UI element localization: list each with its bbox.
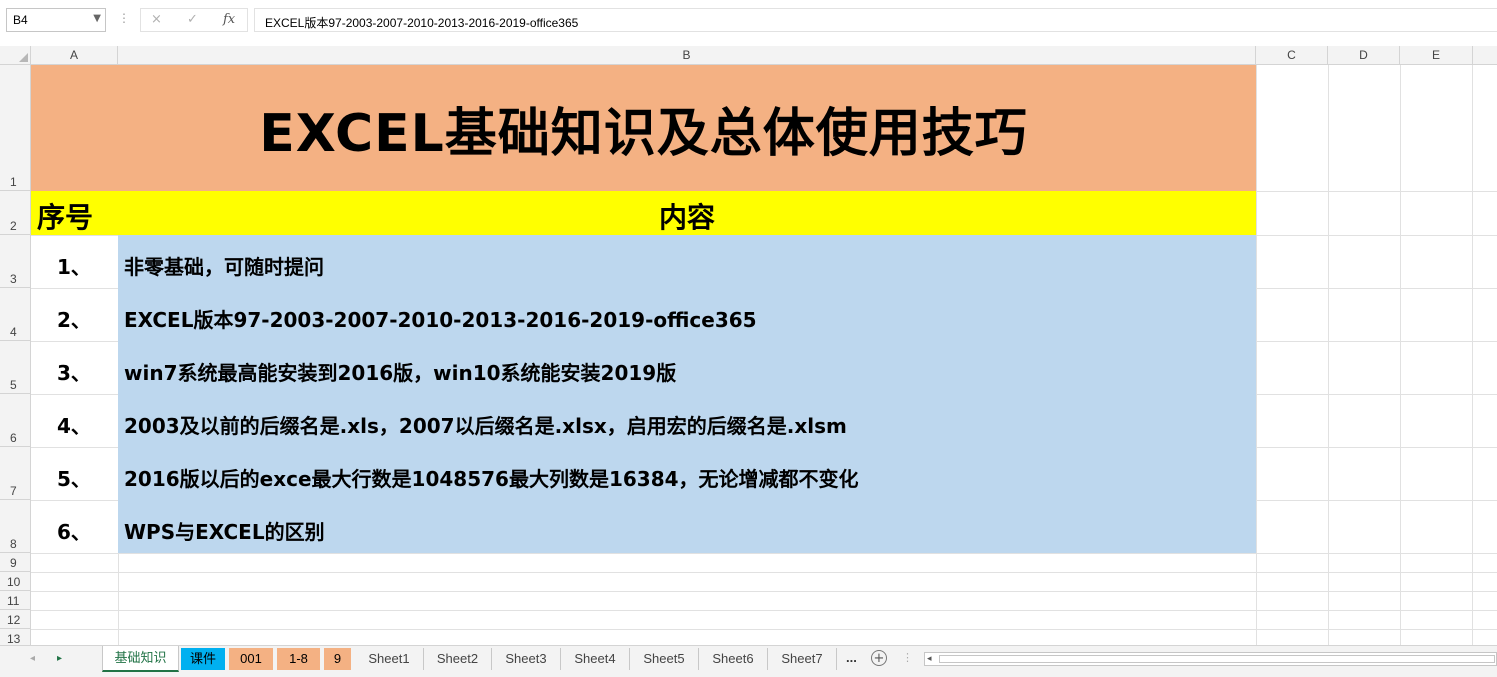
item-number-cell[interactable]: 1、 <box>31 235 118 288</box>
title-cell[interactable]: EXCEL基础知识及总体使用技巧 <box>31 65 1256 191</box>
item-text-cell[interactable]: 2003及以前的后缀名是.xls，2007以后缀名是.xlsx，启用宏的后缀名是… <box>118 394 1256 447</box>
row-header-10[interactable]: 10 <box>0 572 31 591</box>
item-number-cell[interactable]: 4、 <box>31 394 118 447</box>
item-text-cell[interactable]: 2016版以后的exce最大行数是1048576最大列数是16384，无论增减都… <box>118 447 1256 500</box>
row-header-7[interactable]: 7 <box>0 447 31 500</box>
formula-buttons: × ✓ fx <box>140 8 248 32</box>
tab-sheet3[interactable]: Sheet3 <box>492 648 561 670</box>
drag-handle-icon[interactable]: ⋮ <box>118 11 130 25</box>
formula-input[interactable]: EXCEL版本97-2003-2007-2010-2013-2016-2019-… <box>254 8 1497 32</box>
tab-next-icon[interactable]: ▸ <box>57 653 62 664</box>
item-number-cell[interactable]: 6、 <box>31 500 118 553</box>
column-header-b[interactable]: B <box>118 46 1256 65</box>
tab-sheet4[interactable]: Sheet4 <box>561 648 630 670</box>
sheet-title: EXCEL基础知识及总体使用技巧 <box>259 103 1028 164</box>
header-seq-label: 序号 <box>37 201 94 234</box>
spreadsheet-grid: A B C D E 1 2 3 4 5 6 7 8 9 10 11 12 13 … <box>0 42 1497 645</box>
tab-kejian[interactable]: 课件 <box>181 648 227 670</box>
column-header-d[interactable]: D <box>1328 46 1400 65</box>
row-header-12[interactable]: 12 <box>0 610 31 629</box>
name-box[interactable]: B4 ▼ <box>6 8 106 32</box>
column-header-e[interactable]: E <box>1400 46 1473 65</box>
item-text-cell[interactable]: 非零基础，可随时提问 <box>118 235 1256 288</box>
horizontal-scrollbar[interactable]: ◂ <box>924 652 1497 666</box>
item-number-cell[interactable]: 2、 <box>31 288 118 341</box>
formula-bar: B4 ▼ ⋮ × ✓ fx EXCEL版本97-2003-2007-2010-2… <box>0 0 1497 43</box>
gridline <box>31 610 1497 611</box>
row-header-6[interactable]: 6 <box>0 394 31 447</box>
tab-prev-icon[interactable]: ◂ <box>30 653 35 664</box>
scrollbar-thumb[interactable] <box>939 655 1495 663</box>
tab-sheet7[interactable]: Sheet7 <box>768 648 837 670</box>
gridline <box>1472 65 1473 645</box>
gridline <box>1328 65 1329 645</box>
tab-sheet5[interactable]: Sheet5 <box>630 648 699 670</box>
row-header-3[interactable]: 3 <box>0 235 31 288</box>
tab-9[interactable]: 9 <box>324 648 353 670</box>
gridline <box>1400 65 1401 645</box>
tab-sheet6[interactable]: Sheet6 <box>699 648 768 670</box>
tab-sheet1[interactable]: Sheet1 <box>355 648 424 670</box>
row-header-4[interactable]: 4 <box>0 288 31 341</box>
item-text-cell[interactable]: win7系统最高能安装到2016版，win10系统能安装2019版 <box>118 341 1256 394</box>
row-header-13[interactable]: 13 <box>0 629 31 645</box>
row-header-2[interactable]: 2 <box>0 191 31 235</box>
sheet-tabs-bar: ◂ ▸ 基础知识 课件 001 1-8 9 Sheet1 Sheet2 Shee… <box>0 645 1497 677</box>
column-header-a[interactable]: A <box>31 46 118 65</box>
scroll-left-icon[interactable]: ◂ <box>927 653 932 665</box>
check-icon[interactable]: ✓ <box>187 12 198 27</box>
formula-text: EXCEL版本97-2003-2007-2010-2013-2016-2019-… <box>265 16 579 30</box>
row-header-1[interactable]: 1 <box>0 65 31 191</box>
tab-1-8[interactable]: 1-8 <box>277 648 322 670</box>
column-header-c[interactable]: C <box>1256 46 1328 65</box>
header-content-cell[interactable]: 内容 <box>118 191 1256 235</box>
tab-sheet2[interactable]: Sheet2 <box>424 648 492 670</box>
tab-001[interactable]: 001 <box>229 648 275 670</box>
select-all-button[interactable] <box>0 46 31 65</box>
gridline <box>31 553 1497 554</box>
header-seq-cell[interactable]: 序号 <box>31 191 118 235</box>
select-all-triangle-icon <box>19 53 28 62</box>
header-content-label: 内容 <box>658 201 715 234</box>
cancel-icon[interactable]: × <box>151 12 162 27</box>
item-number-cell[interactable]: 5、 <box>31 447 118 500</box>
gridline <box>31 591 1497 592</box>
gridline <box>31 629 1497 630</box>
add-sheet-icon[interactable]: + <box>871 650 887 666</box>
name-box-value: B4 <box>13 13 28 27</box>
item-text-cell[interactable]: EXCEL版本97-2003-2007-2010-2013-2016-2019-… <box>118 288 1256 341</box>
tab-splitter-handle[interactable]: ⋮ <box>902 651 913 664</box>
row-header-9[interactable]: 9 <box>0 553 31 572</box>
row-header-5[interactable]: 5 <box>0 341 31 394</box>
chevron-down-icon[interactable]: ▼ <box>93 13 101 24</box>
item-text-cell[interactable]: WPS与EXCEL的区别 <box>118 500 1256 553</box>
more-tabs-button[interactable]: ... <box>846 650 857 665</box>
tab-jichuzhishi[interactable]: 基础知识 <box>102 646 179 672</box>
item-number-cell[interactable]: 3、 <box>31 341 118 394</box>
insert-function-icon[interactable]: fx <box>223 12 235 27</box>
column-header-f[interactable] <box>1473 46 1497 65</box>
row-header-11[interactable]: 11 <box>0 591 31 610</box>
row-header-8[interactable]: 8 <box>0 500 31 553</box>
gridline <box>31 572 1497 573</box>
gridline <box>1256 65 1257 645</box>
